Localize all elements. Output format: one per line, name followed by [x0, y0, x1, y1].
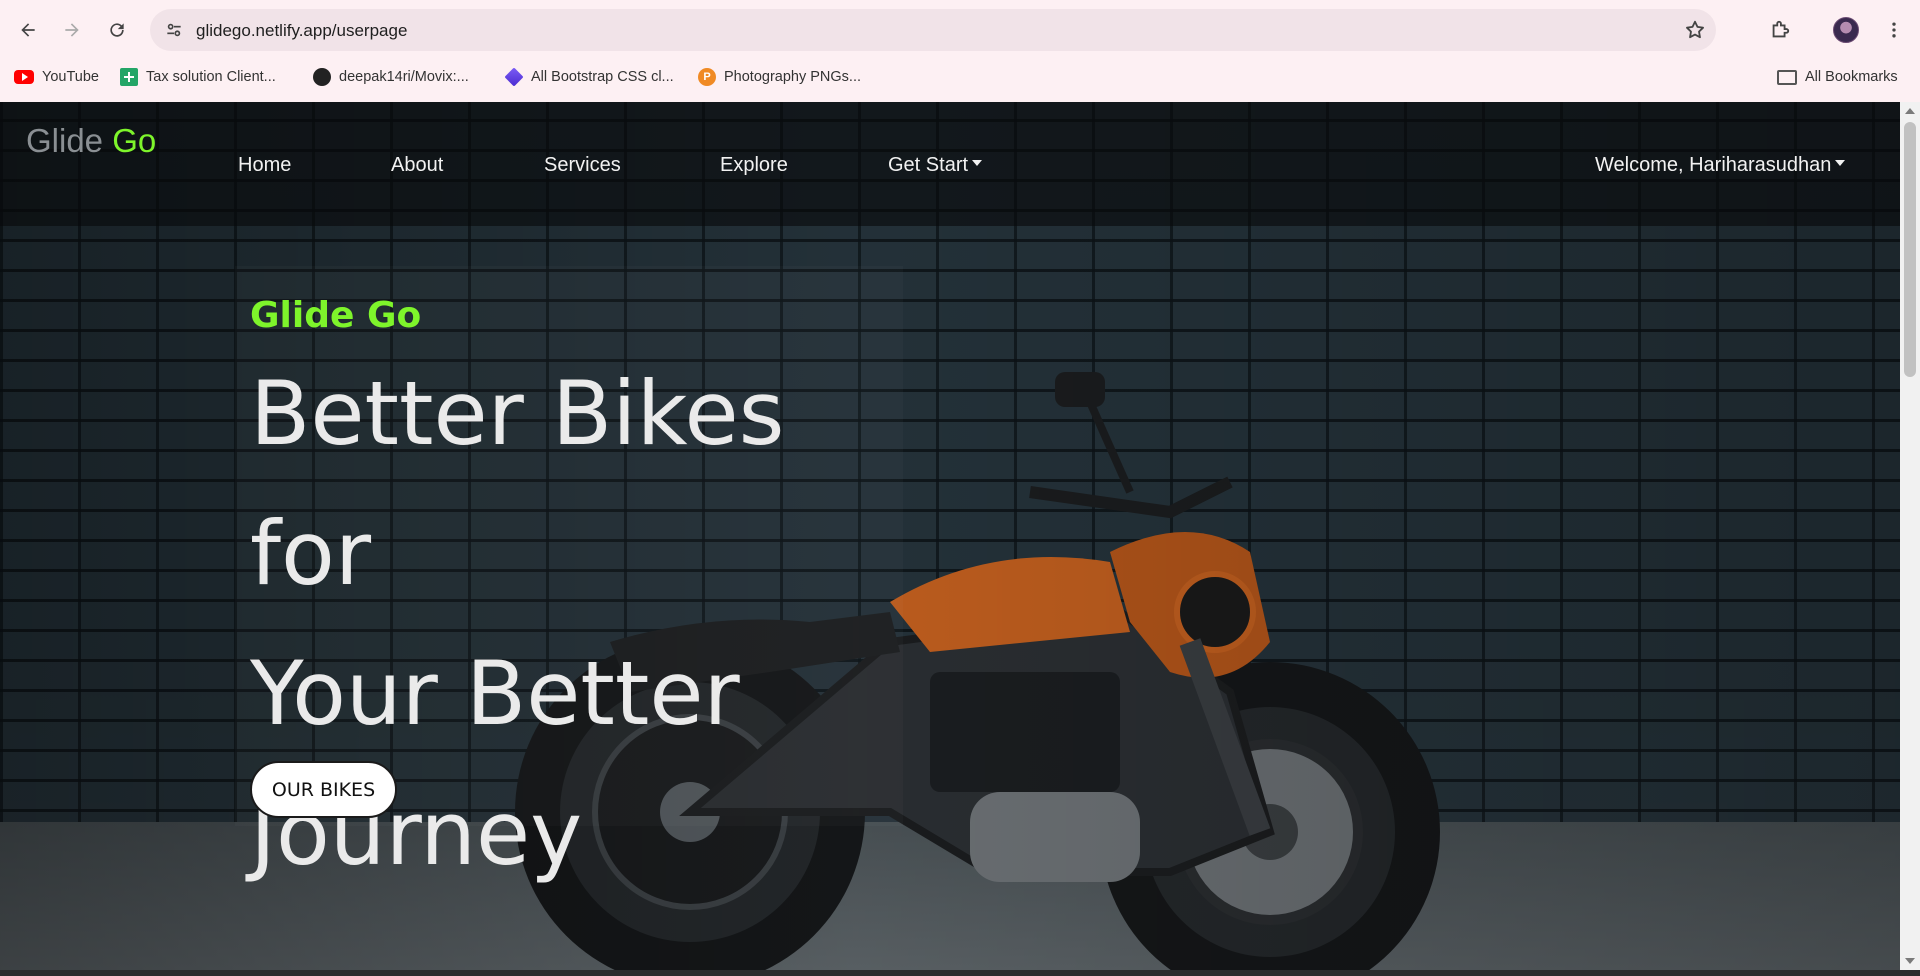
our-bikes-button[interactable]: OUR BIKES: [250, 761, 397, 818]
arrow-left-icon: [21, 23, 35, 37]
hero-title-line: Better Bikes for: [250, 362, 785, 605]
photography-icon: P: [698, 68, 716, 86]
address-bar[interactable]: glidego.netlify.app/userpage: [150, 9, 1716, 51]
bookmark-label: Photography PNGs...: [724, 69, 862, 85]
hero-title: Better Bikes for Your Better Journey: [250, 344, 930, 904]
page-scrollbar[interactable]: [1900, 102, 1920, 970]
brand-glide: Glide: [26, 122, 104, 159]
arrow-right-icon: [65, 23, 79, 37]
scroll-up-arrow-icon[interactable]: [1905, 108, 1915, 114]
bookmark-label: Tax solution Client...: [146, 69, 276, 85]
all-bookmarks-label: All Bookmarks: [1805, 69, 1898, 85]
bookmark-star-icon[interactable]: [1684, 19, 1706, 41]
window-bottom-edge: [0, 970, 1920, 976]
bookmark-label: All Bootstrap CSS cl...: [531, 69, 674, 85]
browser-chrome: glidego.netlify.app/userpage YouTube Tax…: [0, 0, 1920, 102]
brand-go: Go: [112, 122, 157, 159]
browser-toolbar: glidego.netlify.app/userpage: [0, 8, 1920, 52]
hero-tagline: Glide Go: [250, 295, 422, 336]
scroll-down-arrow-icon[interactable]: [1905, 958, 1915, 964]
all-bookmarks[interactable]: All Bookmarks: [1777, 66, 1898, 88]
bookmark-label: YouTube: [42, 69, 99, 85]
reload-button[interactable]: [101, 14, 133, 46]
scroll-thumb[interactable]: [1904, 122, 1916, 377]
nav-services[interactable]: Services: [544, 154, 621, 177]
nav-about[interactable]: About: [391, 154, 443, 177]
hero-title-line: Your Better: [250, 642, 740, 745]
welcome-label: Welcome, Hariharasudhan: [1595, 154, 1832, 176]
reload-icon: [110, 23, 124, 37]
site-info-icon[interactable]: [164, 20, 184, 40]
bookmark-youtube[interactable]: YouTube: [14, 66, 99, 88]
back-button[interactable]: [12, 14, 44, 46]
more-vert-icon: [1892, 22, 1896, 38]
caret-down-icon: [972, 160, 983, 166]
github-icon: [313, 68, 331, 86]
bootstrap-icon: [504, 67, 524, 87]
nav-get-start-dropdown[interactable]: Get Start: [888, 154, 983, 177]
puzzle-icon: [1772, 20, 1790, 38]
profile-avatar[interactable]: [1833, 17, 1859, 43]
menu-button[interactable]: [1878, 14, 1910, 46]
hero-section: Glide Go Home About Services Explore Get…: [0, 102, 1900, 970]
bookmark-bootstrap[interactable]: All Bootstrap CSS cl...: [504, 66, 674, 88]
extensions-button[interactable]: [1764, 14, 1796, 46]
sheets-icon: [120, 68, 138, 86]
bookmarks-bar: YouTube Tax solution Client... deepak14r…: [0, 62, 1920, 92]
site-navbar: Glide Go Home About Services Explore Get…: [0, 102, 1900, 226]
youtube-icon: [14, 70, 34, 84]
bookmark-label: deepak14ri/Movix:...: [339, 69, 469, 85]
brand-logo[interactable]: Glide Go: [26, 122, 156, 160]
url-text[interactable]: glidego.netlify.app/userpage: [196, 21, 407, 41]
nav-explore[interactable]: Explore: [720, 154, 788, 177]
user-welcome-dropdown[interactable]: Welcome, Hariharasudhan: [1595, 154, 1846, 177]
bookmark-tax-solution[interactable]: Tax solution Client...: [120, 66, 276, 88]
get-start-label: Get Start: [888, 154, 969, 176]
folder-icon: [1777, 69, 1797, 85]
bookmark-photography[interactable]: P Photography PNGs...: [698, 66, 861, 88]
forward-button[interactable]: [56, 14, 88, 46]
bookmark-github-movix[interactable]: deepak14ri/Movix:...: [313, 66, 469, 88]
nav-home[interactable]: Home: [238, 154, 291, 177]
caret-down-icon: [1835, 160, 1846, 166]
